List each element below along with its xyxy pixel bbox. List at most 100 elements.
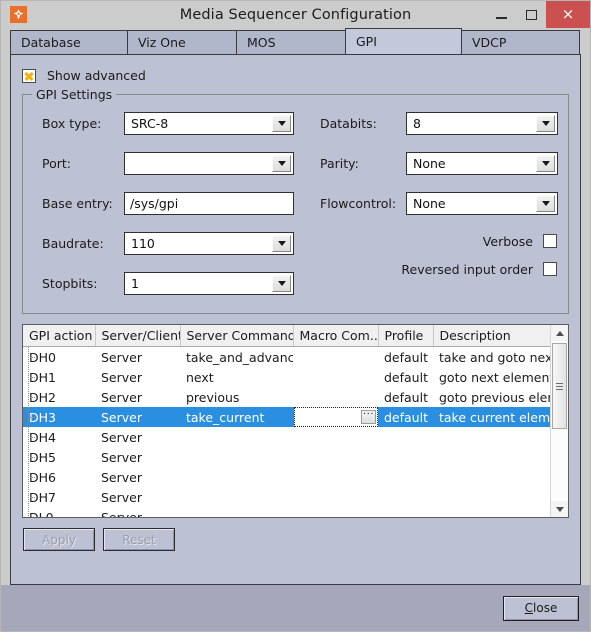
column-header-description[interactable]: Description (433, 325, 550, 347)
tree-branch-icon (28, 487, 40, 507)
table-vertical-scrollbar[interactable] (550, 325, 568, 517)
show-advanced-checkbox[interactable] (22, 68, 36, 83)
flowcontrol-combobox[interactable]: None (406, 192, 558, 215)
macro-browse-button[interactable]: ··· (361, 410, 376, 424)
table-row[interactable]: DH1 Server next default goto next elemen… (23, 367, 550, 387)
chevron-down-icon[interactable] (272, 155, 291, 172)
table-row[interactable]: DH0 Server take_and_advance default take… (23, 346, 550, 367)
chevron-down-icon[interactable] (536, 155, 555, 172)
chevron-down-icon[interactable] (272, 115, 291, 132)
chevron-down-icon[interactable] (272, 275, 291, 292)
close-button-label-rest: lose (533, 601, 558, 615)
table-row-selected[interactable]: DH3 Server take_current ··· default take… (23, 407, 550, 427)
tab-bar: Database Viz One MOS GPI VDCP (10, 28, 581, 54)
verbose-row[interactable]: Verbose (320, 231, 558, 251)
verbose-label: Verbose (482, 233, 533, 249)
cell-profile (378, 427, 433, 447)
minimize-button[interactable] (486, 1, 516, 28)
scrollbar-track[interactable] (551, 341, 568, 501)
grip-icon (556, 382, 563, 390)
cell-macro-command (293, 387, 378, 407)
cell-server-command (180, 487, 293, 507)
chevron-down-icon[interactable] (536, 115, 555, 132)
databits-combobox[interactable]: 8 (406, 112, 558, 135)
box-type-combobox[interactable]: SRC-8 (124, 112, 294, 135)
tab-label: MOS (247, 35, 276, 50)
cell-server-command (180, 467, 293, 487)
window-controls: × (486, 1, 590, 28)
scrollbar-thumb[interactable] (552, 343, 567, 429)
cell-description: take current element (433, 407, 550, 427)
verbose-checkbox[interactable] (543, 234, 557, 248)
macro-command-input[interactable]: ··· (294, 407, 378, 427)
gpi-settings-right-column: Databits: 8 Parity: None Flowcontrol: No… (294, 111, 558, 299)
tab-viz-one[interactable]: Viz One (127, 30, 237, 54)
column-header-profile[interactable]: Profile (378, 325, 434, 347)
cell-description (433, 447, 550, 467)
flowcontrol-label: Flowcontrol: (320, 196, 397, 211)
cell-description (433, 507, 550, 517)
field-databits: Databits: 8 (320, 111, 558, 136)
table-row[interactable]: DH5 Server (23, 447, 550, 467)
cell-macro-command (293, 367, 378, 387)
tab-vdcp[interactable]: VDCP (461, 30, 580, 54)
column-header-gpi-action[interactable]: GPI action (23, 325, 96, 347)
reversed-input-order-checkbox[interactable] (543, 262, 557, 276)
close-button[interactable]: Close (503, 595, 579, 621)
reversed-input-order-row[interactable]: Reversed input order (320, 259, 558, 279)
base-entry-input[interactable]: /sys/gpi (124, 192, 294, 215)
show-advanced-row[interactable]: Show advanced (22, 68, 580, 83)
port-combobox[interactable] (124, 152, 294, 175)
tab-mos[interactable]: MOS (236, 30, 346, 54)
scroll-down-button[interactable] (551, 501, 568, 517)
table-row[interactable]: DH7 Server (23, 487, 550, 507)
column-header-macro-command[interactable]: Macro Com... (293, 325, 379, 347)
cell-macro-command (293, 427, 378, 447)
chevron-down-icon[interactable] (272, 235, 291, 252)
reversed-input-order-label: Reversed input order (401, 261, 533, 277)
cell-macro-command (293, 507, 378, 517)
tree-branch-icon (28, 467, 40, 487)
cell-server-client: Server (101, 509, 142, 518)
close-window-button[interactable]: × (546, 1, 590, 28)
cell-profile (378, 447, 433, 467)
scroll-up-button[interactable] (551, 325, 568, 341)
reset-button[interactable]: Reset (103, 528, 175, 551)
cell-macro-command-editor[interactable]: ··· (293, 407, 378, 427)
stopbits-combobox[interactable]: 1 (124, 272, 294, 295)
table-row[interactable]: DH4 Server (23, 427, 550, 447)
baudrate-combobox[interactable]: 110 (124, 232, 294, 255)
table-row[interactable]: DL0 Server (23, 507, 550, 517)
table-row[interactable]: DH2 Server previous default goto previou… (23, 387, 550, 407)
cell-gpi-action: DH5 (23, 447, 95, 467)
cell-description: goto previous element (439, 389, 550, 405)
base-entry-value: /sys/gpi (130, 196, 179, 211)
cell-server-client: Server (101, 489, 142, 505)
flowcontrol-value: None (413, 196, 446, 211)
cell-description: take and goto next (439, 349, 550, 365)
baudrate-label: Baudrate: (42, 236, 104, 251)
cell-server-client: Server (101, 469, 142, 485)
tab-label: Viz One (138, 35, 186, 50)
cell-macro-command (293, 447, 378, 467)
parity-value: None (413, 156, 446, 171)
column-header-server-client[interactable]: Server/Client (95, 325, 181, 347)
application-window: Media Sequencer Configuration × Database… (0, 0, 591, 632)
tab-database[interactable]: Database (10, 30, 128, 54)
column-header-server-command[interactable]: Server Command (180, 325, 294, 347)
field-port: Port: (42, 151, 294, 176)
apply-button[interactable]: Apply (23, 528, 95, 551)
maximize-button[interactable] (516, 1, 546, 28)
chevron-down-icon[interactable] (536, 195, 555, 212)
tab-gpi[interactable]: GPI (345, 28, 462, 54)
cell-description: goto next element (439, 369, 550, 385)
field-stopbits: Stopbits: 1 (42, 271, 294, 296)
table-row[interactable]: DH6 Server (23, 467, 550, 487)
cell-profile: default (384, 369, 428, 385)
cell-server-client: Server (101, 389, 142, 405)
cell-server-command (180, 507, 293, 517)
parity-combobox[interactable]: None (406, 152, 558, 175)
field-box-type: Box type: SRC-8 (42, 111, 294, 136)
app-logo-icon (10, 6, 27, 23)
cell-server-command: previous (186, 389, 240, 405)
